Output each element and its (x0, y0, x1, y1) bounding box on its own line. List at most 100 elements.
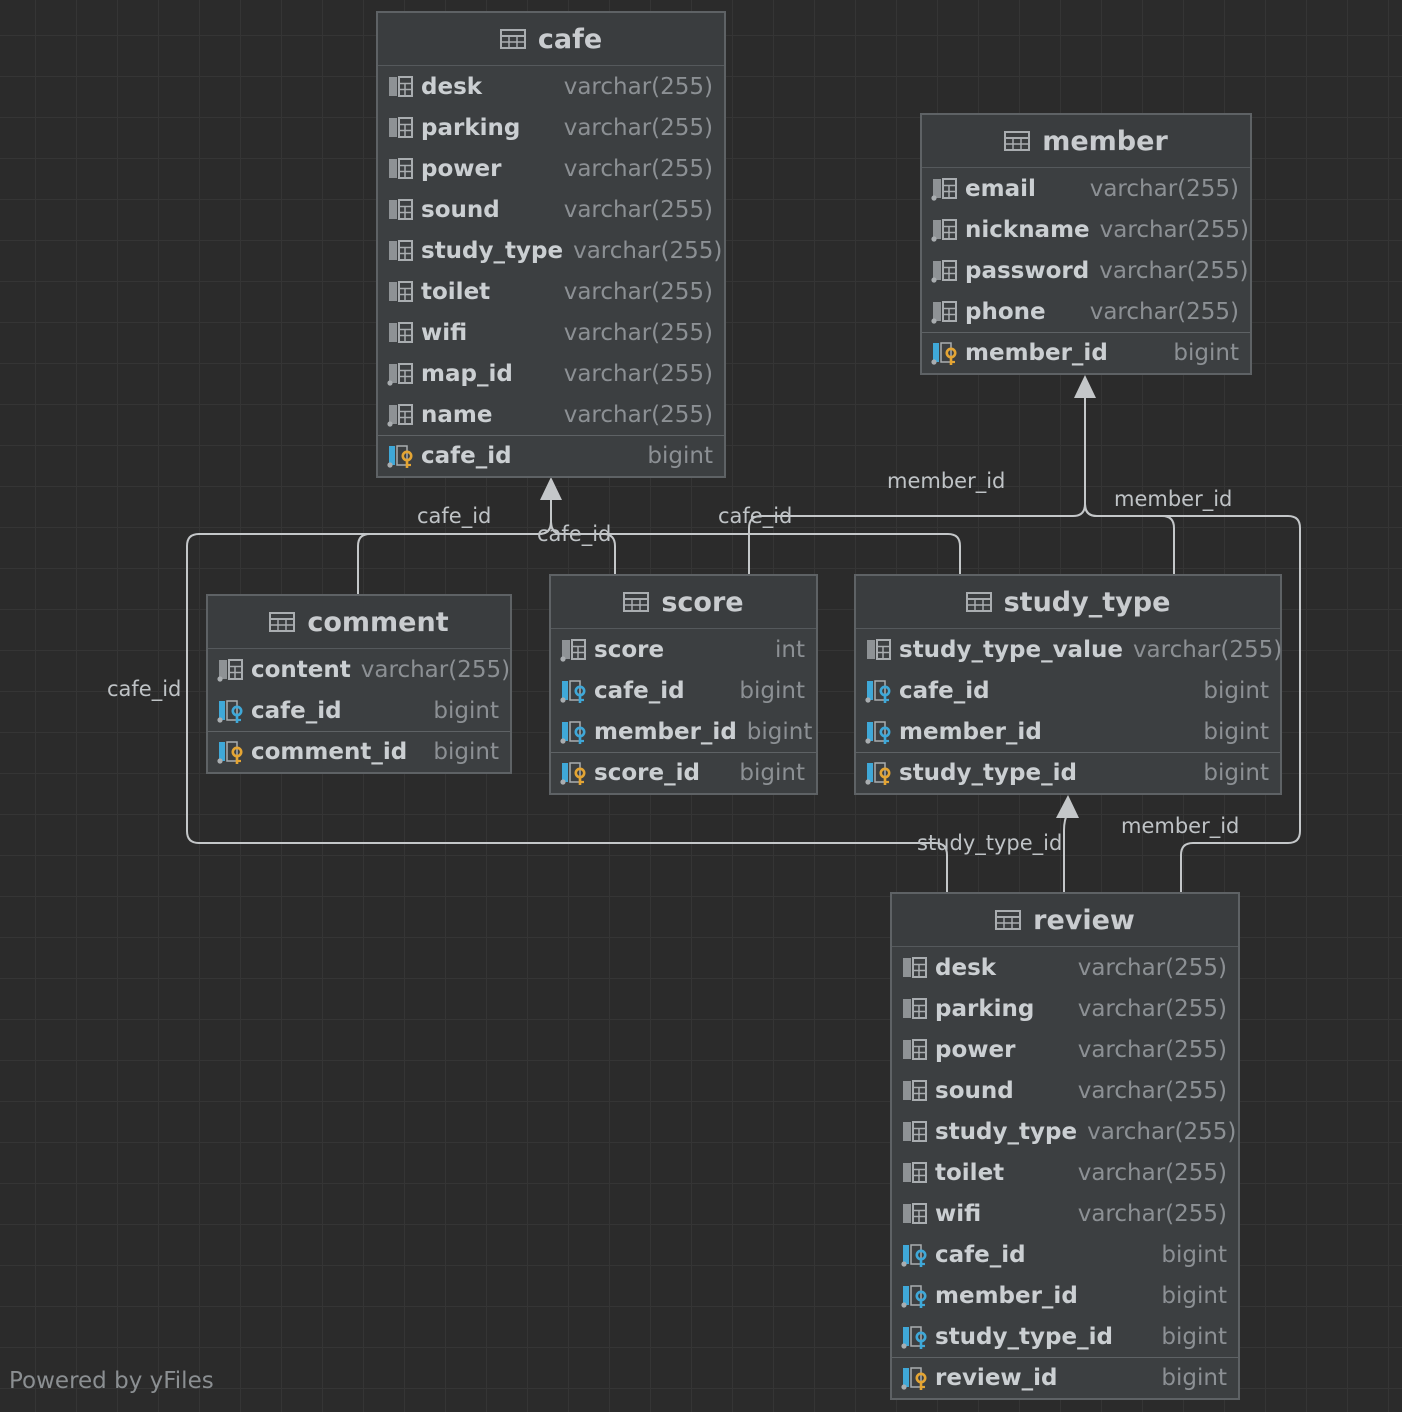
column-row[interactable]: power varchar(255) (892, 1029, 1238, 1070)
column-row[interactable]: wifi varchar(255) (892, 1193, 1238, 1234)
table-score[interactable]: score score int cafe_id bigint member_id bigin… (549, 574, 818, 795)
primary-key-icon (217, 741, 243, 764)
column-row[interactable]: study_type varchar(255) (378, 230, 724, 271)
column-row[interactable]: study_type_value varchar(255) (856, 629, 1282, 670)
column-icon (903, 1161, 927, 1183)
column-type: bigint (1161, 1365, 1227, 1391)
column-row[interactable]: power varchar(255) (378, 148, 724, 189)
column-type: varchar(255) (1089, 175, 1239, 202)
table-header[interactable]: comment (208, 596, 510, 649)
column-row[interactable]: email varchar(255) (922, 168, 1250, 209)
column-row[interactable]: parking varchar(255) (892, 988, 1238, 1029)
column-row[interactable]: toilet varchar(255) (892, 1152, 1238, 1193)
column-icon (903, 1120, 927, 1142)
edge-label-study-type-cafe: cafe_id (718, 504, 793, 528)
edge-review-study-type (1063, 811, 1069, 892)
column-row[interactable]: cafe_id bigint (856, 670, 1280, 711)
column-name: password (965, 257, 1090, 284)
column-name: member_id (935, 1282, 1078, 1309)
column-type: varchar(255) (1089, 298, 1239, 325)
column-name: comment_id (251, 739, 408, 765)
column-icon (903, 1079, 927, 1101)
column-type: varchar(255) (563, 360, 713, 387)
column-row[interactable]: sound varchar(255) (378, 189, 724, 230)
column-type: bigint (739, 760, 805, 786)
column-type: bigint (1161, 1282, 1227, 1309)
table-cafe[interactable]: cafe desk varchar(255) parking varchar(255) p… (376, 11, 726, 478)
column-row[interactable]: score int (551, 629, 816, 670)
column-row[interactable]: comment_id bigint (208, 731, 510, 772)
column-name: parking (935, 995, 1035, 1022)
column-row[interactable]: desk varchar(255) (378, 66, 724, 107)
column-row[interactable]: map_id varchar(255) (378, 353, 724, 394)
primary-key-icon (865, 762, 891, 785)
column-icon (931, 218, 957, 242)
foreign-key-icon (901, 1325, 927, 1349)
table-header[interactable]: score (551, 576, 816, 629)
table-header[interactable]: study_type (856, 576, 1280, 629)
column-type: varchar(255) (1077, 1077, 1227, 1104)
column-icon (389, 157, 413, 179)
arrow-cafe (540, 477, 562, 500)
column-row[interactable]: cafe_id bigint (378, 435, 724, 476)
column-name: wifi (421, 319, 468, 346)
column-row[interactable]: cafe_id bigint (551, 670, 816, 711)
column-row[interactable]: wifi varchar(255) (378, 312, 724, 353)
edge-label-comment-cafe: cafe_id (417, 504, 492, 528)
column-row[interactable]: study_type varchar(255) (892, 1111, 1238, 1152)
column-row[interactable]: study_type_id bigint (856, 752, 1280, 793)
table-review[interactable]: review desk varchar(255) parking varchar(255… (890, 892, 1240, 1400)
column-type: varchar(255) (573, 237, 723, 264)
column-row[interactable]: cafe_id bigint (208, 690, 510, 731)
edge-label-study-type-member: member_id (1114, 487, 1233, 511)
column-row[interactable]: desk varchar(255) (892, 947, 1238, 988)
column-row[interactable]: study_type_id bigint (892, 1316, 1238, 1357)
column-row[interactable]: member_id bigint (922, 332, 1250, 373)
column-type: bigint (1203, 677, 1269, 704)
primary-key-icon (931, 342, 957, 365)
column-row[interactable]: member_id bigint (551, 711, 816, 752)
table-icon (1004, 131, 1031, 151)
column-row[interactable]: sound varchar(255) (892, 1070, 1238, 1111)
column-row[interactable]: password varchar(255) (922, 250, 1250, 291)
column-name: cafe_id (251, 697, 342, 724)
column-name: desk (421, 73, 483, 100)
column-name: score_id (594, 760, 700, 786)
column-icon (560, 638, 586, 662)
table-header[interactable]: review (892, 894, 1238, 947)
table-header[interactable]: member (922, 115, 1250, 168)
column-name: content (251, 656, 351, 683)
table-member[interactable]: member email varchar(255) nickname varchar(2… (920, 113, 1252, 375)
column-name: member_id (899, 718, 1042, 745)
column-icon (867, 638, 891, 660)
column-name: toilet (421, 278, 491, 305)
column-row[interactable]: nickname varchar(255) (922, 209, 1250, 250)
primary-key-icon (560, 762, 586, 785)
column-row[interactable]: content varchar(255) (208, 649, 510, 690)
column-type: varchar(255) (1077, 1036, 1227, 1063)
table-header[interactable]: cafe (378, 13, 724, 66)
column-row[interactable]: review_id bigint (892, 1357, 1238, 1398)
table-icon (499, 29, 526, 49)
column-type: varchar(255) (563, 155, 713, 182)
column-name: score (594, 636, 665, 663)
column-icon (931, 300, 957, 324)
column-row[interactable]: member_id bigint (892, 1275, 1238, 1316)
column-row[interactable]: score_id bigint (551, 752, 816, 793)
table-comment[interactable]: comment content varchar(255) cafe_id bigint c… (206, 594, 512, 774)
column-row[interactable]: cafe_id bigint (892, 1234, 1238, 1275)
column-icon (389, 198, 413, 220)
column-type: varchar(255) (1077, 1159, 1227, 1186)
column-row[interactable]: name varchar(255) (378, 394, 724, 435)
column-name: study_type_id (935, 1323, 1113, 1350)
column-row[interactable]: parking varchar(255) (378, 107, 724, 148)
table-study-type[interactable]: study_type study_type_value varchar(255) ca… (854, 574, 1282, 795)
arrow-study-type (1056, 795, 1079, 818)
column-name: name (421, 401, 493, 428)
column-row[interactable]: toilet varchar(255) (378, 271, 724, 312)
column-type: bigint (647, 443, 713, 469)
column-type: bigint (1161, 1241, 1227, 1268)
column-icon (389, 321, 413, 343)
column-row[interactable]: phone varchar(255) (922, 291, 1250, 332)
column-row[interactable]: member_id bigint (856, 711, 1280, 752)
